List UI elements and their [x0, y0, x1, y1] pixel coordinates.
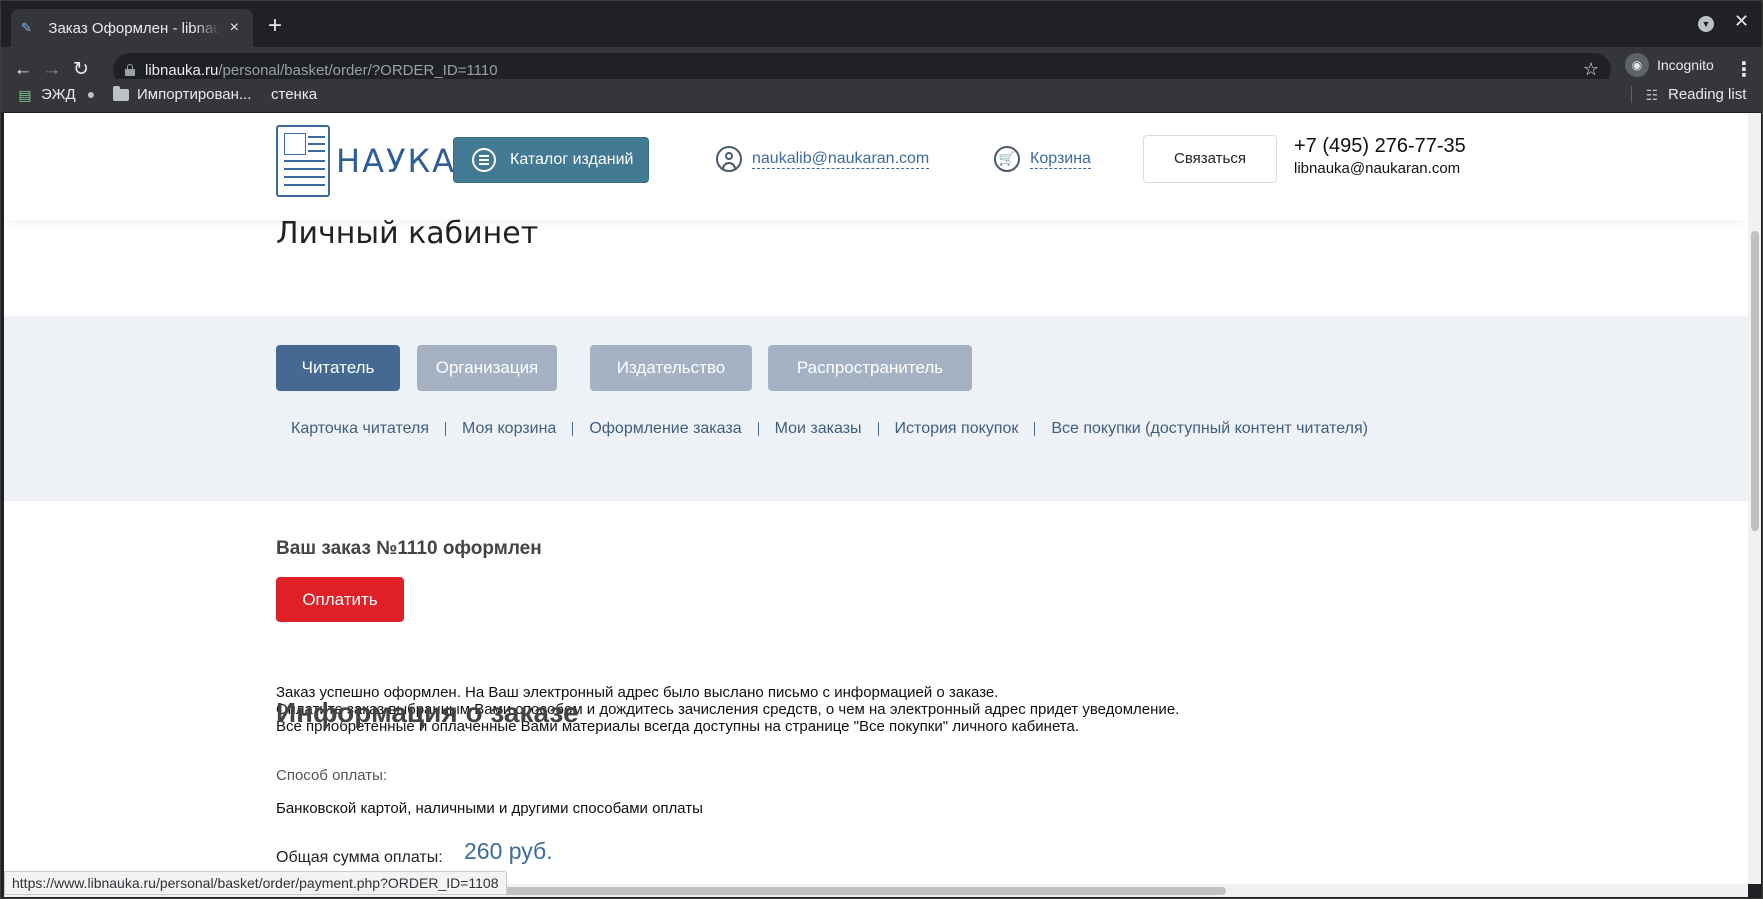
- site-logo[interactable]: НАУКА: [276, 125, 456, 197]
- payment-method-label: Способ оплаты:: [276, 767, 388, 784]
- account-tabs-band: Читатель Организация Издательство Распро…: [4, 316, 1748, 501]
- bookmark-ejd[interactable]: ▤ ЭЖД: [17, 86, 76, 103]
- total-amount-value: 260 руб.: [464, 838, 553, 864]
- url-path: /personal/basket/order/?ORDER_ID=1110: [218, 61, 498, 79]
- user-icon: [716, 146, 742, 172]
- order-heading: Ваш заказ №1110 оформлен: [276, 538, 542, 559]
- order-info-heading: Информация о заказе: [276, 697, 579, 728]
- url-host: libnauka.ru: [145, 61, 219, 79]
- close-tab-icon[interactable]: ×: [226, 19, 243, 37]
- incognito-icon: ◉: [1625, 53, 1649, 77]
- bookmarks-bar: ▤ ЭЖД ● Импортирован... стенка ☷ Reading…: [1, 79, 1762, 113]
- subnav-my-orders[interactable]: Мои заказы: [775, 420, 862, 438]
- cart-icon: 🛒: [994, 146, 1020, 172]
- bookmark-globe[interactable]: ●: [83, 86, 107, 102]
- subnav-divider: [572, 422, 574, 436]
- vertical-scroll-thumb[interactable]: [1751, 231, 1759, 531]
- page-title: Личный кабинет: [276, 216, 539, 251]
- tab-search-icon[interactable]: ▼: [1698, 16, 1714, 32]
- page-viewport: НАУКА Каталог изданий naukalib@naukaran.…: [4, 113, 1748, 884]
- site-header: НАУКА Каталог изданий naukalib@naukaran.…: [4, 113, 1748, 220]
- phone-number: +7 (495) 276-77-35: [1294, 135, 1466, 157]
- list-icon: [472, 148, 496, 172]
- bookmark-star-icon[interactable]: ☆: [1583, 59, 1599, 80]
- reading-list-icon: ☷: [1645, 86, 1659, 103]
- subnav-divider: [877, 422, 879, 436]
- site-favicon-icon: ✎: [21, 20, 32, 35]
- user-email-link[interactable]: naukalib@naukaran.com: [752, 150, 930, 169]
- back-icon[interactable]: ←: [11, 59, 35, 81]
- bookmark-stenka[interactable]: стенка: [271, 86, 317, 103]
- bookmark-folder-imported[interactable]: Импортирован...: [113, 85, 252, 103]
- incognito-indicator[interactable]: ◉ Incognito: [1625, 53, 1714, 77]
- cart-link[interactable]: 🛒 Корзина: [994, 146, 1091, 172]
- catalog-label: Каталог изданий: [510, 151, 634, 168]
- folder-icon: [113, 85, 129, 101]
- globe-icon: ●: [86, 86, 96, 102]
- vertical-scrollbar[interactable]: [1748, 113, 1761, 884]
- subnav-reader-card[interactable]: Карточка читателя: [291, 420, 429, 438]
- contact-button[interactable]: Связаться: [1143, 135, 1277, 183]
- contact-email: libnauka@naukaran.com: [1294, 160, 1461, 177]
- tab-publisher[interactable]: Издательство: [590, 345, 752, 391]
- tab-title: Заказ Оформлен - libnauka.ru: [48, 19, 220, 37]
- subnav-divider: [1034, 422, 1036, 436]
- subnav-checkout[interactable]: Оформление заказа: [589, 420, 741, 438]
- reading-list-button[interactable]: ☷ Reading list: [1631, 86, 1746, 103]
- subnav-all-purchases[interactable]: Все покупки (доступный контент читателя): [1051, 420, 1368, 438]
- logo-text: НАУКА: [336, 142, 457, 180]
- cart-label[interactable]: Корзина: [1030, 150, 1091, 169]
- reload-icon[interactable]: ↻: [69, 59, 93, 81]
- bookmark-label: стенка: [271, 86, 318, 103]
- tab-strip: ✎ Заказ Оформлен - libnauka.ru × + ▼ ✕: [1, 1, 1762, 47]
- bookmark-label: Импортирован...: [137, 86, 252, 103]
- payment-method-value: Банковской картой, наличными и другими с…: [276, 800, 703, 817]
- logo-mark-icon: [276, 125, 330, 197]
- window-close-icon[interactable]: ✕: [1734, 11, 1749, 32]
- tab-organization[interactable]: Организация: [417, 345, 557, 391]
- pay-button[interactable]: Оплатить: [276, 577, 404, 622]
- lock-icon[interactable]: [125, 64, 135, 76]
- subnav-purchase-history[interactable]: История покупок: [895, 420, 1019, 438]
- total-amount-label: Общая сумма оплаты:: [276, 849, 443, 866]
- forward-icon[interactable]: →: [40, 59, 64, 81]
- account-subnav: Карточка читателя Моя корзина Оформление…: [291, 420, 1368, 438]
- bookmark-label: ЭЖД: [41, 86, 76, 103]
- user-account-link[interactable]: naukalib@naukaran.com: [716, 146, 930, 172]
- incognito-label: Incognito: [1657, 57, 1714, 73]
- link-status-bubble: https://www.libnauka.ru/personal/basket/…: [4, 871, 507, 895]
- tab-reader[interactable]: Читатель: [276, 345, 400, 391]
- tab-distributor[interactable]: Распространитель: [768, 345, 972, 391]
- browser-window: ✎ Заказ Оформлен - libnauka.ru × + ▼ ✕ ←…: [0, 0, 1763, 899]
- browser-tab[interactable]: ✎ Заказ Оформлен - libnauka.ru ×: [11, 9, 253, 47]
- reading-list-label: Reading list: [1668, 86, 1747, 103]
- subnav-divider: [444, 422, 446, 436]
- catalog-button[interactable]: Каталог изданий: [453, 137, 649, 183]
- new-tab-button[interactable]: +: [263, 11, 287, 41]
- subnav-divider: [757, 422, 759, 436]
- spreadsheet-icon: ▤: [18, 86, 32, 103]
- subnav-my-cart[interactable]: Моя корзина: [462, 420, 556, 438]
